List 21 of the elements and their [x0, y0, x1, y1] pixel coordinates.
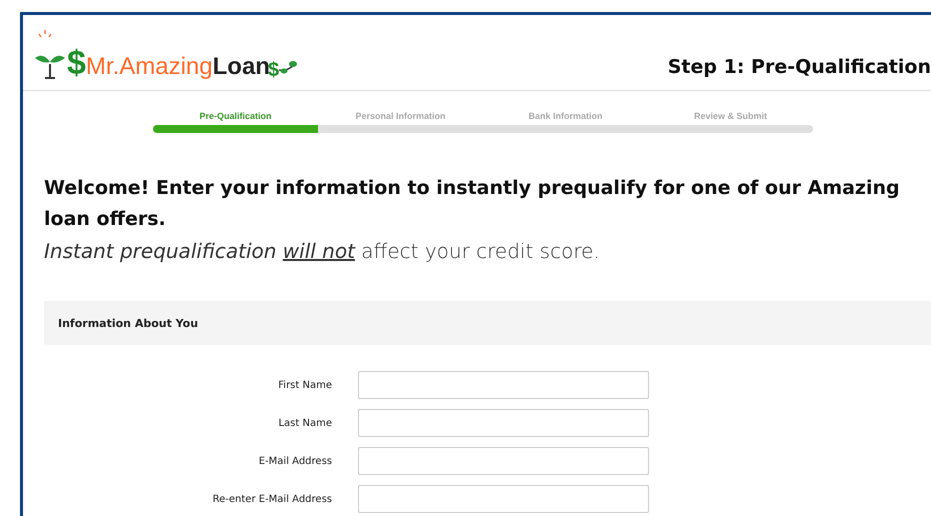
- input-field[interactable]: [358, 485, 649, 513]
- logo-text: Mr.Amazing: [86, 54, 213, 80]
- input-field[interactable]: [358, 447, 649, 475]
- dollar-sign: $: [268, 60, 280, 80]
- section-title: Information About You: [58, 316, 198, 330]
- welcome-heading: Welcome! Enter your information to instantly prequalify for one of our Amazing loan offers.: [44, 176, 901, 232]
- field-label: First Name: [277, 380, 333, 390]
- field-label: Last Name: [277, 418, 333, 428]
- step-label: Personal Information: [354, 111, 446, 121]
- leaf-icon: [279, 58, 298, 76]
- field-label: Re-enter E-Mail Address: [212, 494, 333, 504]
- logo-text-dark: Loan: [212, 54, 270, 80]
- step-label: Review & Submit: [692, 111, 768, 121]
- step-label: Bank Information: [527, 111, 604, 121]
- input-field[interactable]: [358, 409, 649, 437]
- page-title: Step 1: Pre-Qualification: [668, 56, 931, 78]
- subtitle: Instant prequalification will not affect your credit score.: [44, 239, 601, 263]
- field-label: E-Mail Address: [258, 456, 333, 466]
- step-label: Pre-Qualification: [198, 111, 272, 121]
- input-field[interactable]: [358, 371, 649, 399]
- dollar-sign: $: [67, 46, 86, 80]
